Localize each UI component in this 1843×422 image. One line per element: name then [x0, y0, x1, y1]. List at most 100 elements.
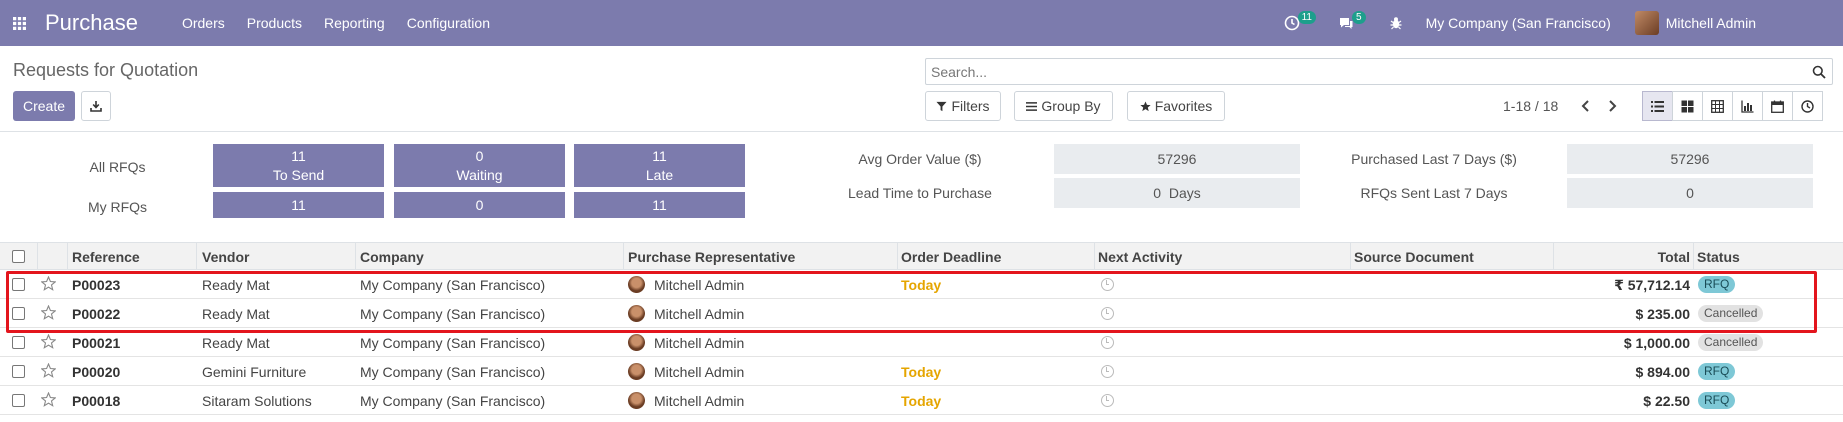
menu-products[interactable]: Products — [247, 15, 302, 31]
company-cell: My Company (San Francisco) — [360, 364, 546, 380]
pager-next-button[interactable] — [1604, 98, 1620, 114]
company-switcher[interactable]: My Company (San Francisco) — [1426, 15, 1611, 31]
my-waiting-tile[interactable]: 0 — [394, 192, 565, 218]
row-checkbox[interactable] — [12, 394, 25, 407]
list-icon — [1026, 101, 1038, 111]
all-waiting-tile[interactable]: 0 Waiting — [394, 144, 565, 187]
status-badge: RFQ — [1698, 276, 1736, 293]
status-badge: RFQ — [1698, 363, 1736, 380]
tile-label: Late — [645, 166, 674, 183]
priority-star-icon[interactable] — [41, 392, 56, 407]
pager-value[interactable]: 1-18 / 18 — [1503, 98, 1558, 114]
rfq-dashboard: All RFQs My RFQs 11 To Send 0 Waiting 11… — [0, 133, 1843, 242]
tile-label: To Send — [272, 166, 325, 183]
priority-star-icon[interactable] — [41, 334, 56, 349]
column-divider — [355, 243, 356, 270]
all-rfqs-label: All RFQs — [89, 159, 146, 175]
chevron-left-icon — [1581, 100, 1589, 112]
header-reference[interactable]: Reference — [72, 249, 140, 265]
column-divider — [67, 243, 68, 270]
group-by-button[interactable]: Group By — [1014, 91, 1113, 121]
priority-star-icon[interactable] — [41, 276, 56, 291]
row-checkbox[interactable] — [12, 307, 25, 320]
menu-reporting[interactable]: Reporting — [324, 15, 385, 31]
header-status[interactable]: Status — [1697, 249, 1740, 265]
row-checkbox[interactable] — [12, 365, 25, 378]
graph-view-button[interactable] — [1732, 91, 1763, 121]
user-menu[interactable]: Mitchell Admin — [1666, 15, 1756, 31]
row-checkbox[interactable] — [12, 336, 25, 349]
menu-orders[interactable]: Orders — [182, 15, 225, 31]
view-switcher — [1642, 91, 1823, 121]
activity-clock-icon[interactable] — [1101, 307, 1114, 320]
search-input[interactable] — [931, 63, 1811, 80]
rfqs-sent-label: RFQs Sent Last 7 Days — [1360, 185, 1508, 201]
kanban-view-button[interactable] — [1672, 91, 1703, 121]
rep-cell: Mitchell Admin — [654, 335, 745, 351]
user-avatar[interactable] — [1634, 11, 1659, 35]
select-all-checkbox[interactable] — [12, 250, 25, 263]
lead-time-label: Lead Time to Purchase — [848, 185, 992, 201]
total-cell: $ 22.50 — [1643, 393, 1690, 409]
my-to-send-tile[interactable]: 11 — [213, 192, 384, 218]
export-button[interactable] — [81, 91, 111, 121]
deadline-cell: Today — [901, 364, 942, 380]
all-to-send-tile[interactable]: 11 To Send — [213, 144, 384, 187]
purchased-value: 57296 — [1567, 144, 1813, 174]
header-next-activity[interactable]: Next Activity — [1098, 249, 1182, 265]
tile-count: 0 — [475, 147, 484, 164]
table-row[interactable]: P00020 Gemini Furniture My Company (San … — [0, 357, 1843, 386]
vendor-cell: Ready Mat — [202, 306, 270, 322]
debug-menu[interactable] — [1388, 15, 1404, 31]
favorites-button[interactable]: Favorites — [1127, 91, 1225, 121]
table-row[interactable]: P00021 Ready Mat My Company (San Francis… — [0, 328, 1843, 357]
header-order-deadline[interactable]: Order Deadline — [901, 249, 1001, 265]
pivot-view-button[interactable] — [1702, 91, 1733, 121]
calendar-view-button[interactable] — [1762, 91, 1793, 121]
vendor-cell: Ready Mat — [202, 277, 270, 293]
activity-view-button[interactable] — [1792, 91, 1823, 121]
rep-cell: Mitchell Admin — [654, 277, 745, 293]
main-menu: Orders Products Reporting Configuration — [182, 15, 512, 31]
activity-clock-icon[interactable] — [1101, 278, 1114, 291]
reference-cell: P00022 — [72, 306, 121, 322]
activity-clock-icon[interactable] — [1101, 336, 1114, 349]
table-row[interactable]: P00022 Ready Mat My Company (San Francis… — [0, 299, 1843, 328]
total-cell: $ 1,000.00 — [1623, 335, 1690, 351]
list-view-button[interactable] — [1642, 91, 1673, 121]
header-vendor[interactable]: Vendor — [202, 249, 249, 265]
company-cell: My Company (San Francisco) — [360, 306, 546, 322]
kanban-view-icon — [1681, 100, 1694, 112]
my-late-tile[interactable]: 11 — [574, 192, 745, 218]
search-icon[interactable] — [1812, 65, 1826, 79]
pager-previous-button[interactable] — [1577, 98, 1593, 114]
all-late-tile[interactable]: 11 Late — [574, 144, 745, 187]
graph-view-icon — [1741, 100, 1754, 113]
table-row[interactable]: P00018 Sitaram Solutions My Company (San… — [0, 386, 1843, 415]
activity-menu[interactable]: 11 — [1284, 10, 1316, 31]
table-row[interactable]: P00023 Ready Mat My Company (San Francis… — [0, 270, 1843, 299]
menu-configuration[interactable]: Configuration — [407, 15, 490, 31]
search-bar — [925, 58, 1833, 85]
messaging-menu[interactable]: 5 — [1338, 10, 1366, 31]
header-company[interactable]: Company — [360, 249, 424, 265]
vendor-cell: Sitaram Solutions — [202, 393, 312, 409]
apps-menu-icon[interactable] — [6, 16, 32, 30]
filters-button[interactable]: Filters — [925, 91, 1001, 121]
priority-star-icon[interactable] — [41, 363, 56, 378]
avatar — [628, 363, 645, 380]
status-badge: RFQ — [1698, 392, 1736, 409]
create-button[interactable]: Create — [13, 91, 75, 121]
app-name[interactable]: Purchase — [45, 10, 138, 36]
header-source-document[interactable]: Source Document — [1354, 249, 1474, 265]
total-cell: $ 894.00 — [1635, 364, 1691, 380]
status-badge: Cancelled — [1698, 334, 1764, 351]
activity-clock-icon[interactable] — [1101, 394, 1114, 407]
header-total[interactable]: Total — [1650, 249, 1690, 265]
activity-clock-icon[interactable] — [1101, 365, 1114, 378]
header-purchase-representative[interactable]: Purchase Representative — [628, 249, 795, 265]
column-divider — [1693, 243, 1694, 270]
priority-star-icon[interactable] — [41, 305, 56, 320]
systray: 11 5 My Company (San Francisco) Mitchell… — [1284, 0, 1843, 46]
row-checkbox[interactable] — [12, 278, 25, 291]
